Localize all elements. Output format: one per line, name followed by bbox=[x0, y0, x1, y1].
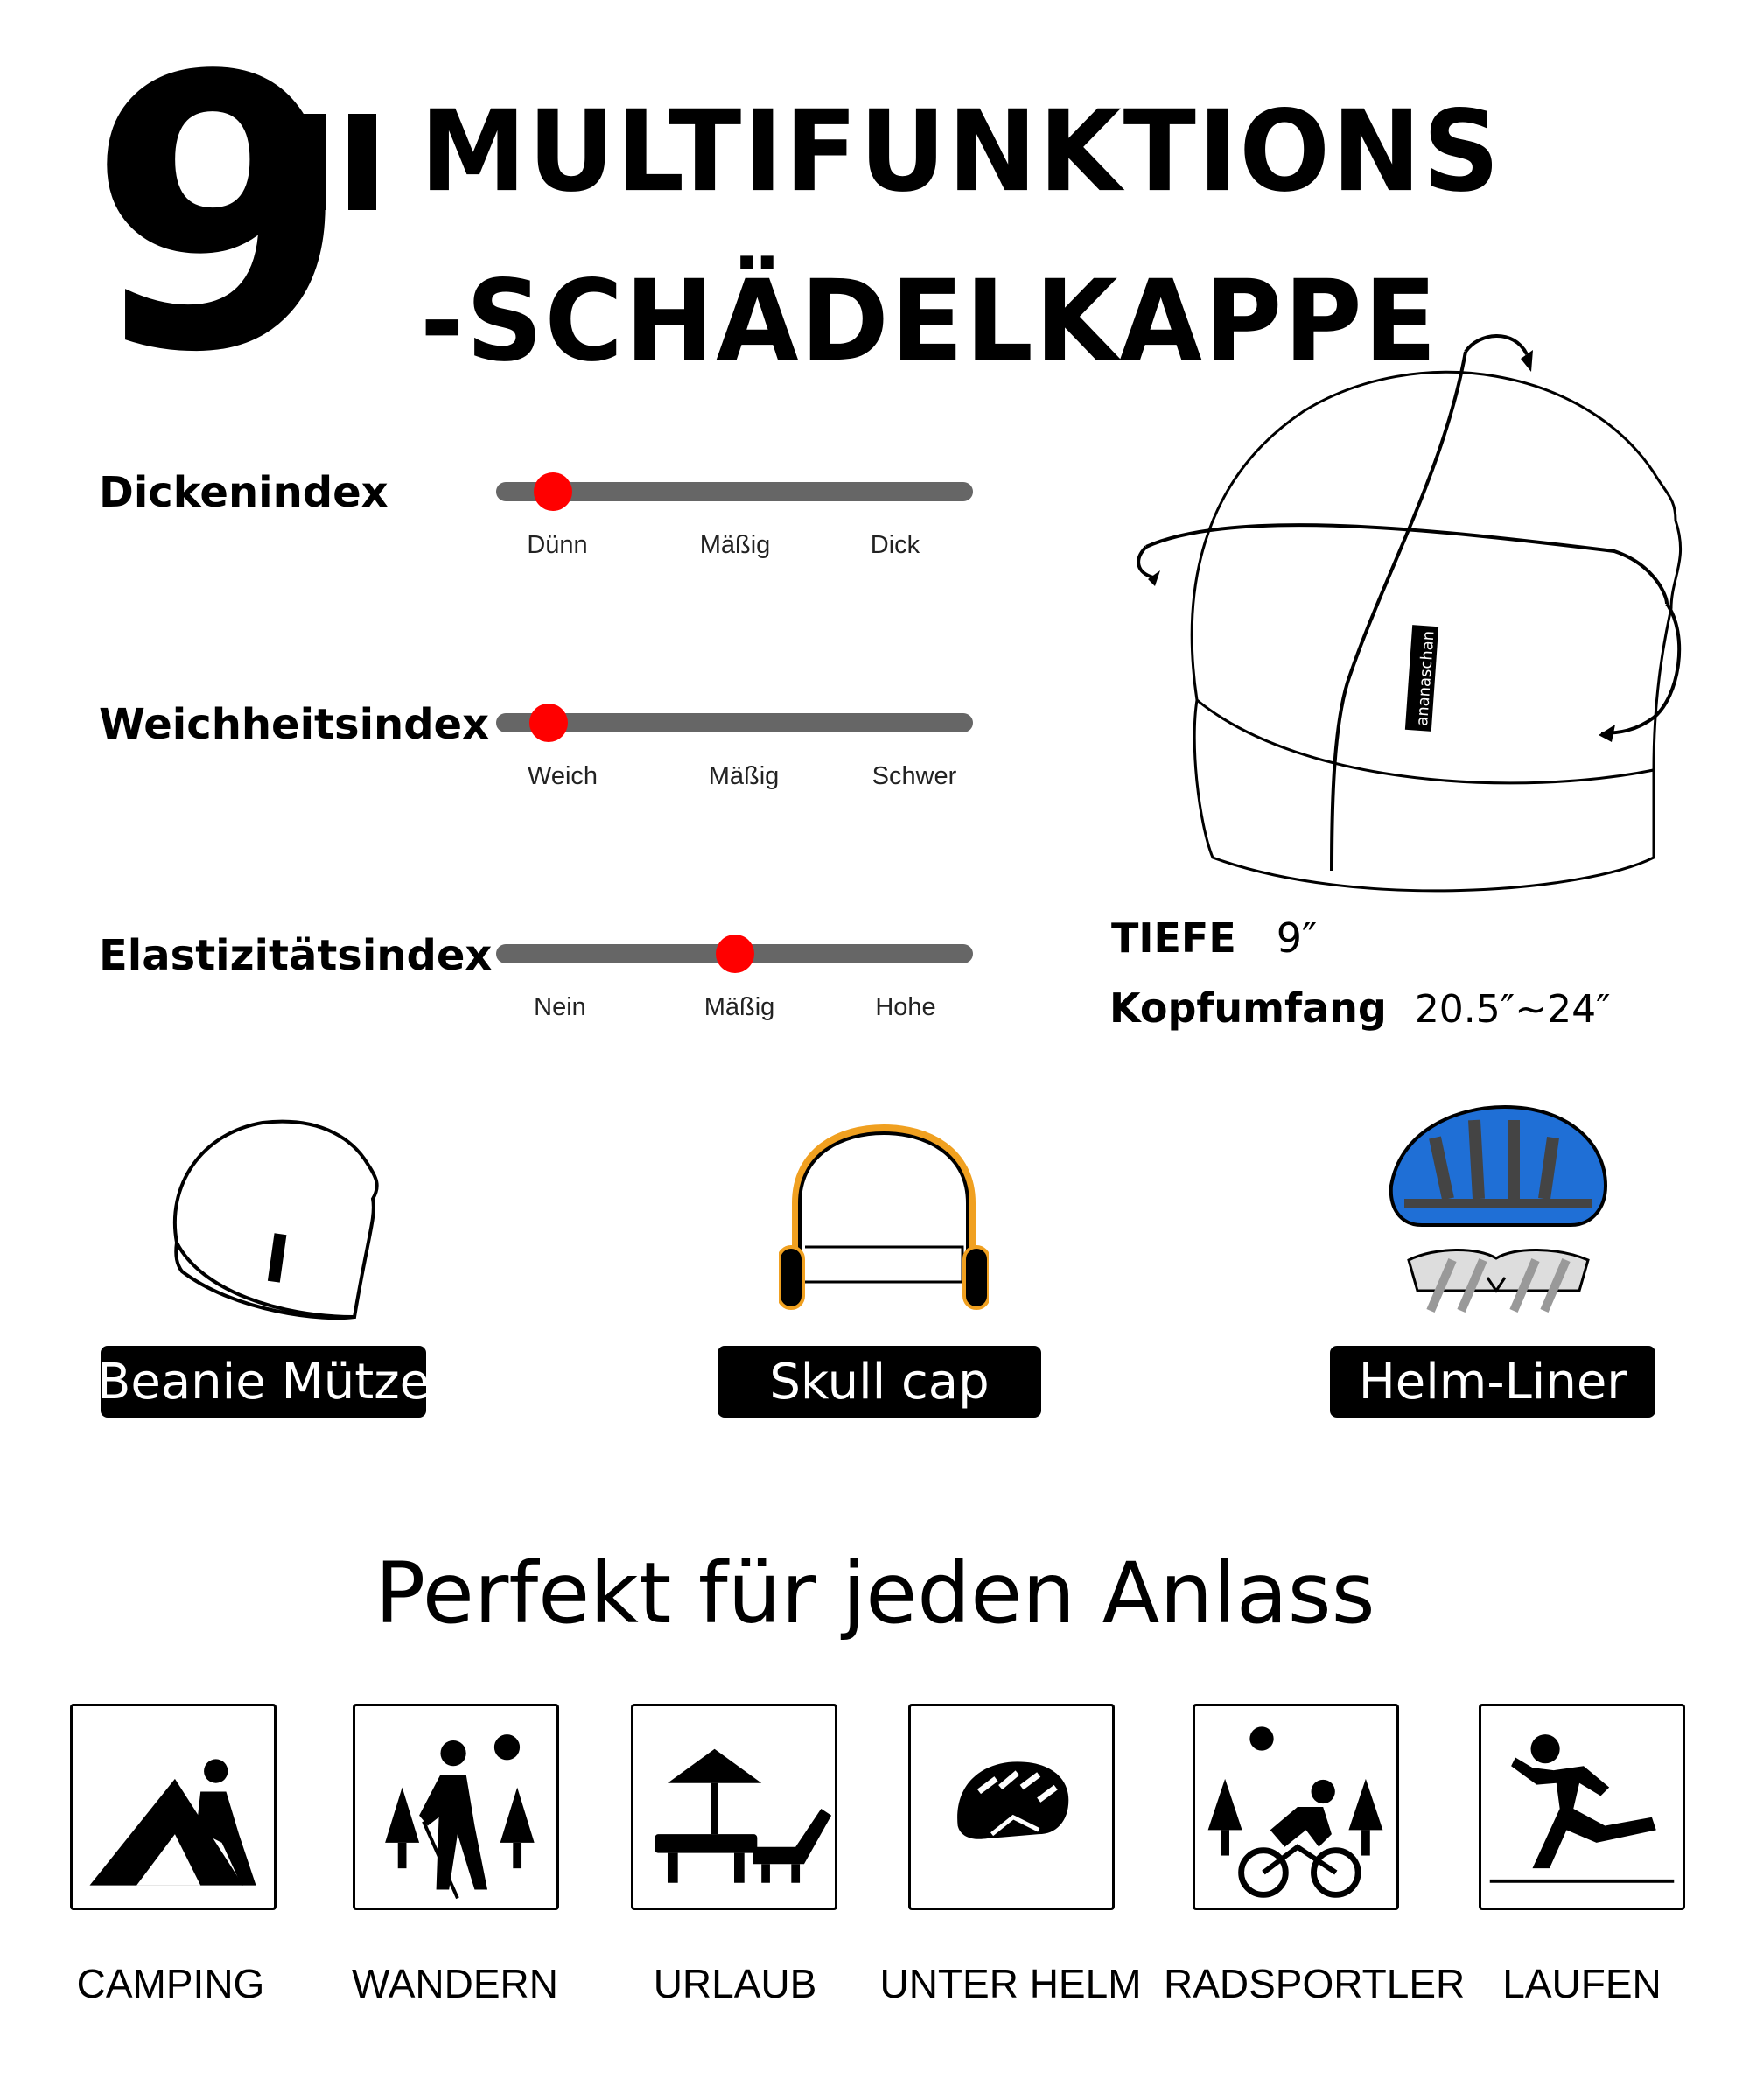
circumference-spec: Kopfumfang 20.5″~24″ bbox=[1110, 984, 1611, 1032]
activity-card-running bbox=[1479, 1704, 1685, 1910]
helmet-goggles-icon bbox=[1389, 1104, 1608, 1312]
depth-label: TIEFE bbox=[1111, 914, 1236, 962]
tick-label: Dick bbox=[870, 531, 920, 559]
camping-icon bbox=[89, 1759, 256, 1886]
activity-label: CAMPING bbox=[76, 1961, 265, 2006]
circumference-label: Kopfumfang bbox=[1110, 984, 1387, 1032]
earmuff-icon bbox=[779, 1124, 989, 1310]
arrow-head-icon bbox=[1148, 570, 1160, 586]
index-knob bbox=[534, 472, 573, 511]
occasion-heading: Perfekt für jeden Anlass bbox=[374, 1544, 1376, 1642]
index-label: Weichheitsindex bbox=[99, 700, 490, 749]
activity-card-cycling bbox=[1193, 1704, 1399, 1910]
skull-cap-diagram: ananaschan bbox=[1137, 334, 1683, 892]
beanie-icon bbox=[172, 1119, 379, 1320]
index-knob bbox=[715, 934, 754, 973]
use-badge-beanie: Beanie Mütze bbox=[97, 1346, 430, 1418]
index-track bbox=[496, 704, 973, 742]
index-track bbox=[496, 472, 973, 511]
index-label: Dickenindex bbox=[99, 468, 388, 517]
use-badge-skull-cap: Skull cap bbox=[718, 1346, 1041, 1418]
activity-label: RADSPORTLER bbox=[1164, 1961, 1466, 2006]
index-track bbox=[496, 934, 973, 973]
tick-label: Hohe bbox=[875, 993, 936, 1021]
hiking-icon bbox=[385, 1734, 535, 1900]
running-icon bbox=[1489, 1734, 1675, 1883]
index-knob bbox=[528, 704, 568, 742]
use-badge-helmet-liner: Helm-Liner bbox=[1330, 1346, 1656, 1418]
index-label: Elastizitätsindex bbox=[99, 931, 493, 980]
activity-card-under-helmet bbox=[908, 1704, 1115, 1910]
activity-label: UNTER HELM bbox=[879, 1961, 1142, 2006]
activity-card-vacation bbox=[631, 1704, 837, 1910]
activity-card-hiking bbox=[353, 1704, 559, 1910]
inch-mark bbox=[298, 114, 394, 219]
activity-card-camping bbox=[70, 1704, 276, 1910]
tick-label: Weich bbox=[527, 762, 598, 790]
activity-label: URLAUB bbox=[653, 1961, 817, 2006]
vacation-icon bbox=[654, 1748, 832, 1883]
title-line-1: MULTIFUNKTIONS bbox=[420, 86, 1502, 217]
tick-label: Nein bbox=[534, 993, 586, 1021]
activity-label: LAUFEN bbox=[1502, 1961, 1662, 2006]
circumference-value: 20.5″~24″ bbox=[1414, 987, 1611, 1032]
helmet-icon bbox=[957, 1761, 1069, 1839]
activity-label: WANDERN bbox=[352, 1961, 558, 2006]
depth-spec: TIEFE 9″ bbox=[1111, 914, 1317, 962]
cycling-icon bbox=[1208, 1726, 1383, 1898]
tick-label: Schwer bbox=[872, 762, 957, 790]
depth-value: 9″ bbox=[1276, 914, 1318, 962]
